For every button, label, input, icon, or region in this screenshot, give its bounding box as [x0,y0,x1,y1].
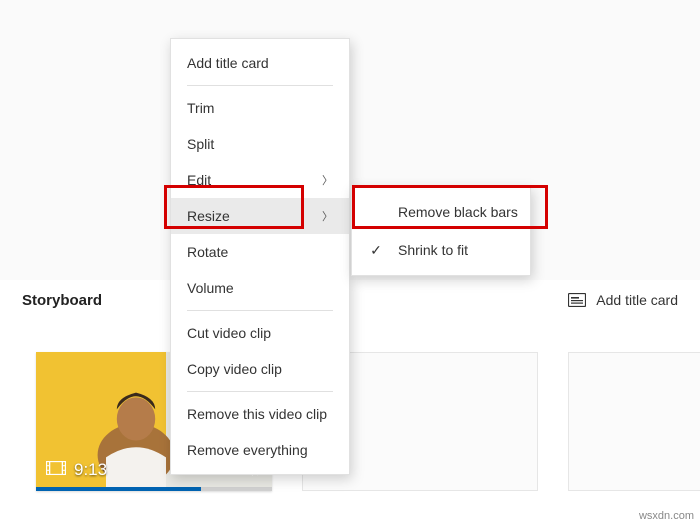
menu-item-label: Add title card [187,55,269,71]
storyboard-heading: Storyboard [22,292,102,309]
title-card-icon [568,293,586,307]
menu-item-remove-everything[interactable]: Remove everything [171,432,349,468]
menu-item-split[interactable]: Split [171,126,349,162]
menu-item-label: Cut video clip [187,325,271,341]
chevron-right-icon: 〉 [322,208,333,224]
clip-duration-text: 9:13 [74,460,107,480]
menu-item-remove-clip[interactable]: Remove this video clip [171,396,349,432]
menu-item-resize[interactable]: Resize 〉 [171,198,349,234]
clip-context-menu: Add title card Trim Split Edit 〉 Resize … [170,38,350,475]
menu-separator [187,85,333,86]
storyboard-empty-slot[interactable] [568,352,700,491]
menu-separator [187,391,333,392]
menu-item-label: Remove everything [187,442,308,458]
menu-item-label: Resize [187,208,230,224]
menu-item-label: Trim [187,100,214,116]
menu-item-copy-clip[interactable]: Copy video clip [171,351,349,387]
clip-progress-fill [36,487,201,491]
submenu-item-label: Shrink to fit [398,242,468,258]
menu-item-edit[interactable]: Edit 〉 [171,162,349,198]
menu-item-trim[interactable]: Trim [171,90,349,126]
menu-item-volume[interactable]: Volume [171,270,349,306]
clip-progress-track [36,487,272,491]
menu-item-label: Split [187,136,214,152]
menu-item-cut-clip[interactable]: Cut video clip [171,315,349,351]
checkmark-icon: ✓ [368,242,384,259]
resize-submenu: Remove black bars ✓ Shrink to fit [351,186,531,276]
submenu-item-shrink-to-fit[interactable]: ✓ Shrink to fit [352,231,530,269]
add-title-card-button[interactable]: Add title card [568,292,678,308]
submenu-item-label: Remove black bars [398,204,518,220]
menu-item-label: Edit [187,172,211,188]
add-title-card-label: Add title card [596,292,678,308]
menu-item-add-title-card[interactable]: Add title card [171,45,349,81]
editor-canvas-area [0,0,700,280]
filmstrip-icon [46,460,66,480]
watermark-text: wsxdn.com [639,510,694,522]
menu-item-label: Copy video clip [187,361,282,377]
menu-item-rotate[interactable]: Rotate [171,234,349,270]
menu-item-label: Remove this video clip [187,406,327,422]
menu-separator [187,310,333,311]
clip-duration-display: 9:13 [46,460,107,480]
submenu-item-remove-black-bars[interactable]: Remove black bars [352,193,530,231]
menu-item-label: Rotate [187,244,228,260]
menu-item-label: Volume [187,280,234,296]
chevron-right-icon: 〉 [322,172,333,188]
